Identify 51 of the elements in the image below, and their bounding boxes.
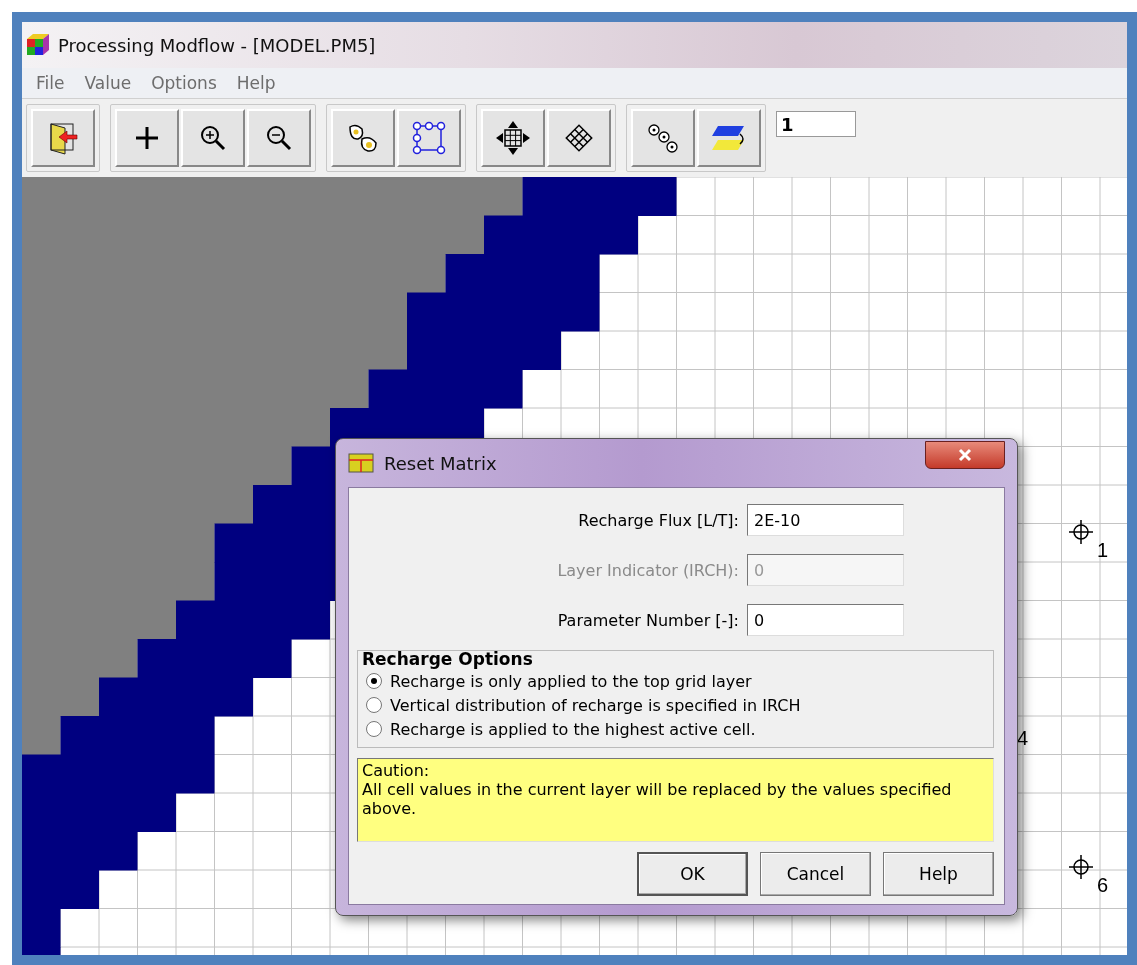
group-title: Recharge Options bbox=[362, 649, 534, 669]
input-field[interactable]: 2E-10 bbox=[747, 504, 904, 536]
tool-button[interactable] bbox=[397, 109, 461, 167]
menu-item[interactable]: Value bbox=[76, 73, 140, 93]
radio-option[interactable]: Recharge is only applied to the top grid layer bbox=[366, 669, 993, 693]
menu-item[interactable]: File bbox=[28, 73, 73, 93]
crosshair-icon bbox=[1066, 517, 1096, 547]
move-grid-icon bbox=[495, 120, 531, 156]
tool-button[interactable] bbox=[631, 109, 695, 167]
field-label: Parameter Number [-]: bbox=[557, 610, 739, 630]
well-label: 1 bbox=[1097, 539, 1109, 562]
menu-item[interactable]: Help bbox=[228, 73, 284, 93]
option-label: Recharge is only applied to the top grid layer bbox=[390, 671, 752, 691]
input-field[interactable]: 0 bbox=[747, 604, 904, 636]
zoom-in-icon bbox=[198, 123, 228, 153]
tool-button[interactable] bbox=[31, 109, 95, 167]
tool-button[interactable] bbox=[697, 109, 761, 167]
tool-button[interactable] bbox=[331, 109, 395, 167]
diamond-grid-icon bbox=[563, 122, 595, 154]
crosshair-icon bbox=[1066, 852, 1096, 882]
dialog-title: Reset Matrix bbox=[384, 452, 497, 474]
close-icon bbox=[957, 448, 973, 462]
dialog-button[interactable]: Cancel bbox=[760, 852, 871, 896]
tool-button[interactable] bbox=[115, 109, 179, 167]
cube-icon bbox=[26, 33, 50, 57]
tool-button[interactable] bbox=[481, 109, 545, 167]
menu-item[interactable]: Options bbox=[143, 73, 225, 93]
well-label: 6 bbox=[1097, 874, 1109, 897]
radio-button[interactable] bbox=[366, 697, 382, 713]
dialog-button[interactable]: OK bbox=[637, 852, 748, 896]
well-label: 4 bbox=[1017, 727, 1029, 750]
option-label: Vertical distribution of recharge is specified in IRCH bbox=[390, 695, 801, 715]
tool-button[interactable] bbox=[181, 109, 245, 167]
field-label: Recharge Flux [L/T]: bbox=[578, 510, 739, 530]
zoom-out-icon bbox=[264, 123, 294, 153]
polygon-icon bbox=[411, 120, 447, 156]
caution-text: Caution: bbox=[362, 761, 431, 780]
dialog-button[interactable]: Help bbox=[883, 852, 994, 896]
field-label: Layer Indicator (IRCH): bbox=[557, 560, 739, 580]
radio-button[interactable] bbox=[366, 721, 382, 737]
radio-button[interactable] bbox=[366, 673, 382, 689]
caution-text: All cell values in the current layer will be replaced by the values specified above. bbox=[362, 780, 953, 818]
matrix-icon bbox=[348, 453, 374, 473]
tool-button[interactable] bbox=[247, 109, 311, 167]
layer-field[interactable]: 1 bbox=[776, 111, 856, 137]
close-button[interactable] bbox=[925, 441, 1005, 469]
window-title: Processing Modflow - [MODEL.PM5] bbox=[58, 34, 376, 56]
radio-option[interactable]: Vertical distribution of recharge is specified in IRCH bbox=[366, 693, 993, 717]
radio-option[interactable]: Recharge is applied to the highest active cell. bbox=[366, 717, 993, 741]
tool-button[interactable] bbox=[547, 109, 611, 167]
option-label: Recharge is applied to the highest active cell. bbox=[390, 719, 756, 739]
